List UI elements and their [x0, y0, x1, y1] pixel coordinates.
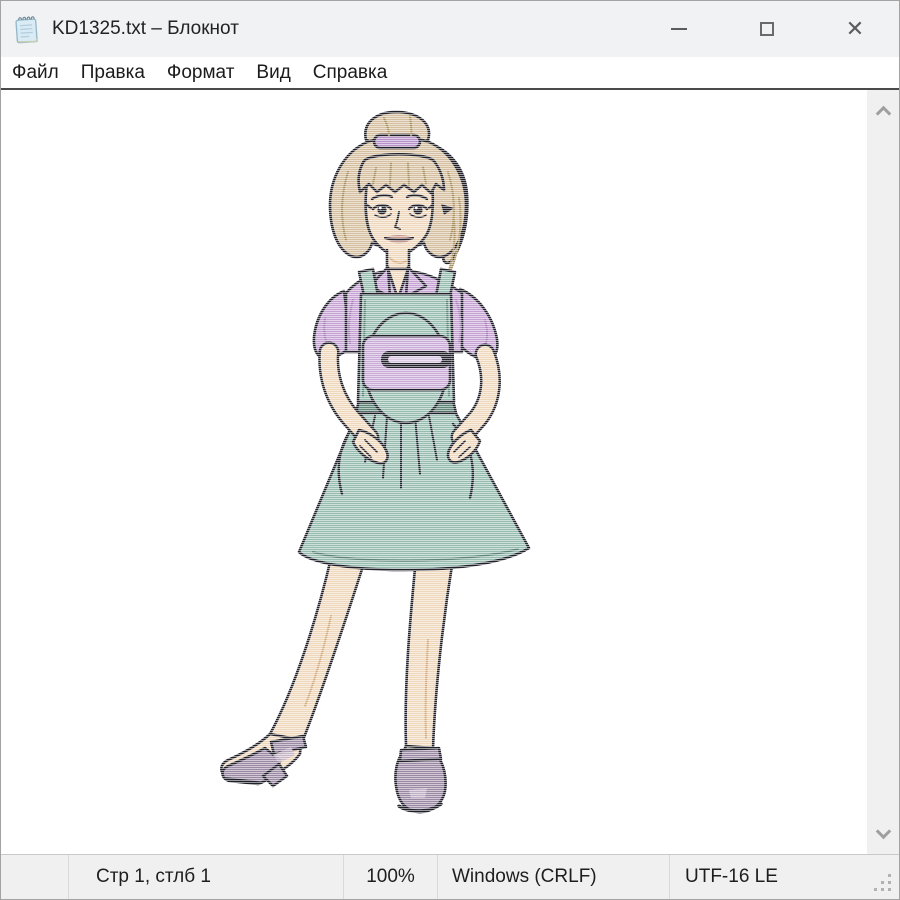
- menu-bar: Файл Правка Формат Вид Справка: [1, 57, 899, 90]
- menu-file[interactable]: Файл: [1, 62, 70, 84]
- girl-illustration: [213, 100, 553, 830]
- status-bar: Стр 1, стлб 1 100% Windows (CRLF) UTF-16…: [1, 854, 899, 899]
- menu-help[interactable]: Справка: [302, 62, 399, 84]
- status-encoding: UTF-16 LE: [669, 855, 899, 899]
- status-cursor-position: Стр 1, стлб 1: [68, 855, 343, 899]
- notepad-icon: [12, 12, 42, 46]
- status-zoom-level: 100%: [343, 855, 437, 899]
- window-controls: ✕: [635, 1, 899, 57]
- menu-edit[interactable]: Правка: [70, 62, 156, 84]
- editor-area[interactable]: [1, 90, 899, 854]
- vertical-scrollbar[interactable]: [867, 90, 899, 854]
- scroll-up-button[interactable]: [867, 92, 899, 128]
- scanline-overlay: [213, 100, 553, 830]
- maximize-icon: [760, 22, 774, 36]
- close-icon: ✕: [846, 18, 864, 40]
- title-bar[interactable]: KD1325.txt – Блокнот ✕: [1, 1, 899, 57]
- resize-grip[interactable]: [888, 888, 891, 891]
- status-line-ending: Windows (CRLF): [437, 855, 669, 899]
- chevron-up-icon: [875, 105, 891, 121]
- scroll-down-button[interactable]: [867, 816, 899, 852]
- menu-view[interactable]: Вид: [245, 62, 301, 84]
- notepad-window: KD1325.txt – Блокнот ✕ Файл Правка Форма…: [0, 0, 900, 900]
- chevron-down-icon: [875, 823, 891, 839]
- minimize-icon: [671, 28, 687, 30]
- window-title: KD1325.txt – Блокнот: [52, 18, 239, 40]
- menu-format[interactable]: Формат: [156, 62, 246, 84]
- status-spacer: [1, 855, 68, 899]
- maximize-button[interactable]: [723, 1, 811, 57]
- minimize-button[interactable]: [635, 1, 723, 57]
- close-button[interactable]: ✕: [811, 1, 899, 57]
